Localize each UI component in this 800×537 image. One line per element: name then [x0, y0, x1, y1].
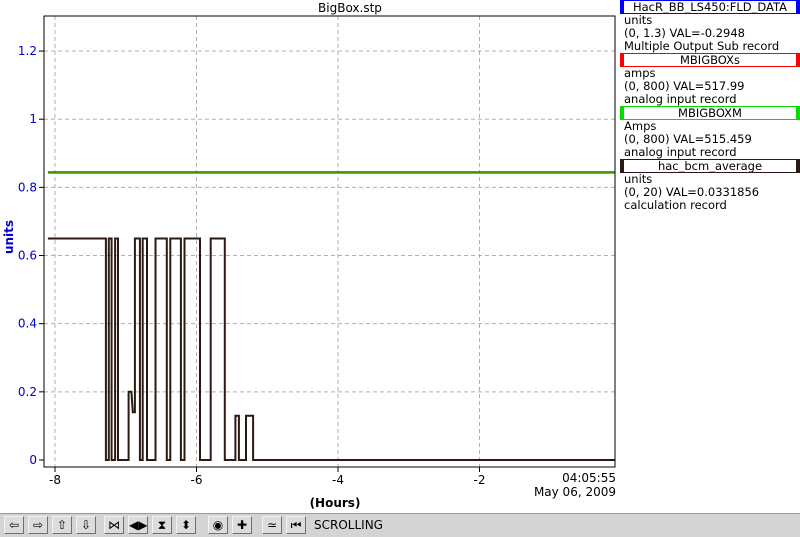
scroll-down-button[interactable]: ⇩ — [76, 516, 96, 534]
zoom-in-icon: ✚ — [236, 518, 248, 532]
chart-title: BigBox.stp — [318, 1, 382, 15]
x-tick-label: -8 — [49, 473, 61, 487]
y-tick-label: 0.4 — [18, 317, 37, 331]
compress-vertical-icon: ⬍ — [180, 518, 192, 532]
zoom-in-button[interactable]: ✚ — [232, 516, 252, 534]
series-line-hac-bcm-average — [47, 237, 615, 461]
chart-series — [47, 171, 615, 461]
expand-horizontal-button[interactable]: ⋈ — [104, 516, 124, 534]
arrow-up-icon: ⇧ — [56, 518, 68, 532]
scrolling-mode-icon: ≃ — [266, 518, 278, 532]
expand-vertical-button[interactable]: ⧗ — [152, 516, 172, 534]
scrolling-mode-button[interactable]: ≃ — [262, 516, 282, 534]
zoom-out-button[interactable]: ◉ — [208, 516, 228, 534]
compress-vertical-button[interactable]: ⬍ — [176, 516, 196, 534]
expand-horizontal-icon: ⋈ — [108, 518, 120, 532]
legend-panel: HacR_BB_LS450:FLD_DATA units (0, 1.3) VA… — [620, 0, 800, 212]
y-tick-label: 0.6 — [18, 249, 37, 263]
legend-header-hacr[interactable]: HacR_BB_LS450:FLD_DATA — [620, 0, 800, 14]
zoom-out-icon: ◉ — [212, 518, 224, 532]
legend-header-mbigboxm[interactable]: MBIGBOXM — [620, 106, 800, 120]
legend-header-mbigboxs[interactable]: MBIGBOXs — [620, 53, 800, 67]
scroll-right-button[interactable]: ⇨ — [28, 516, 48, 534]
chart-grid — [44, 16, 615, 467]
compress-horizontal-button[interactable]: ◀▶ — [128, 516, 148, 534]
legend-record-type: Multiple Output Sub record — [624, 39, 780, 53]
toolbar: ⇦ ⇨ ⇧ ⇩ ⋈ ◀▶ ⧗ ⬍ ◉ ✚ ≃ ⏮ SCROLLING — [0, 513, 800, 537]
legend-record-type: calculation record — [624, 198, 727, 212]
legend-record-type: analog input record — [624, 92, 737, 106]
y-tick-label: 1.2 — [18, 44, 37, 58]
x-axis-ticks: -8 -6 -4 -2 — [49, 467, 485, 487]
y-axis-label: units — [2, 219, 17, 255]
legend-record-type: analog input record — [624, 145, 737, 159]
y-tick-label: 0.8 — [18, 180, 37, 194]
y-axis-ticks: 0 0.2 0.4 0.6 0.8 1 1.2 — [18, 44, 44, 467]
x-tick-label: -2 — [474, 473, 486, 487]
x-tick-label: -6 — [191, 473, 203, 487]
legend-header-hac-bcm-average[interactable]: hac_bcm_average — [620, 159, 800, 173]
stop-scroll-button[interactable]: ⏮ — [286, 516, 306, 534]
scrolling-status: SCROLLING — [314, 518, 383, 532]
arrow-down-icon: ⇩ — [80, 518, 92, 532]
compress-horizontal-icon: ◀▶ — [129, 518, 148, 532]
scroll-up-button[interactable]: ⇧ — [52, 516, 72, 534]
timestamp-date: May 06, 2009 — [533, 485, 616, 499]
x-axis-label: (Hours) — [309, 496, 361, 510]
timestamp-time: 04:05:55 — [562, 471, 616, 485]
arrow-left-icon: ⇦ — [8, 518, 20, 532]
arrow-right-icon: ⇨ — [32, 518, 44, 532]
stop-scroll-icon: ⏮ — [290, 518, 302, 532]
scroll-left-button[interactable]: ⇦ — [4, 516, 24, 534]
y-tick-label: 0.2 — [18, 385, 37, 399]
plot-frame — [43, 15, 616, 468]
timestamp: 04:05:55 May 06, 2009 — [524, 471, 616, 499]
x-tick-label: -4 — [332, 473, 344, 487]
y-tick-label: 1 — [29, 112, 37, 126]
expand-vertical-icon: ⧗ — [157, 518, 167, 532]
y-tick-label: 0 — [29, 453, 37, 467]
